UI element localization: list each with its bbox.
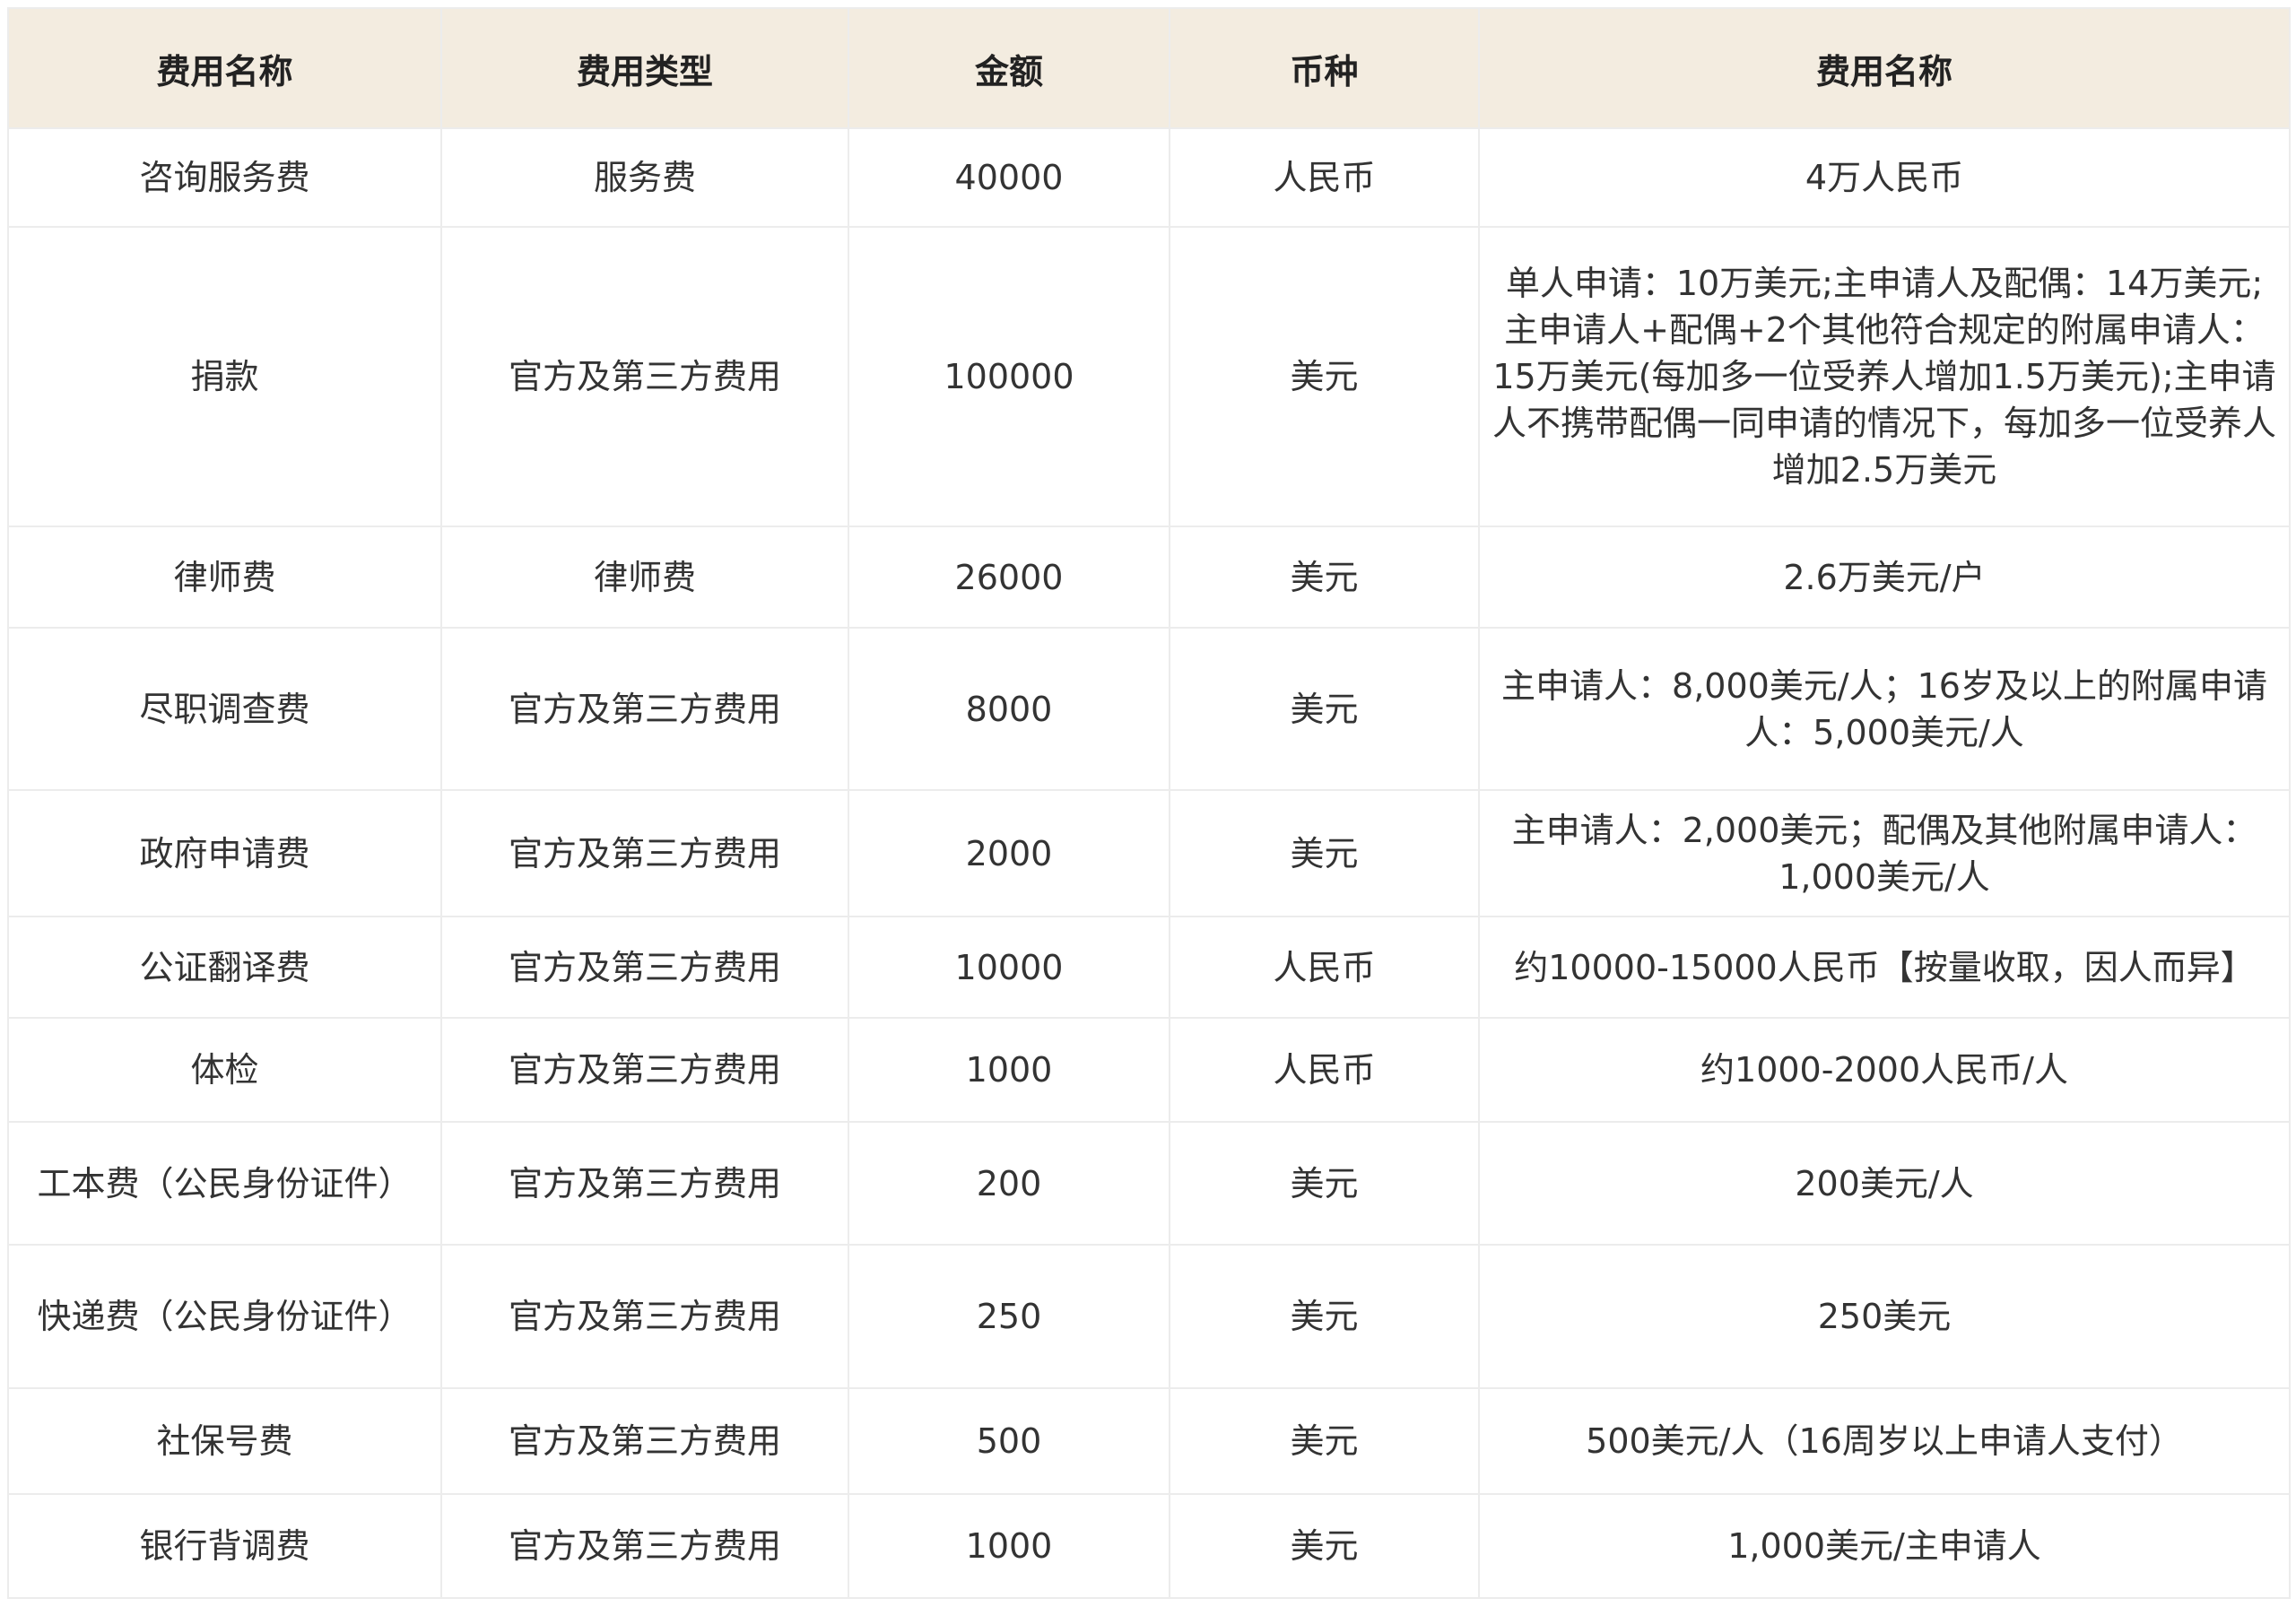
table-header-row: 费用名称 费用类型 金额 币种 费用名称 [7, 7, 2291, 129]
cell-fee-name: 快递费（公民身份证件） [7, 1244, 442, 1389]
fee-table-container: 费用名称 费用类型 金额 币种 费用名称 咨询服务费 服务费 40000 人民币… [7, 7, 2291, 1599]
cell-currency: 美元 [1169, 1244, 1480, 1389]
cell-description: 单人申请：10万美元;主申请人及配偶：14万美元;主申请人+配偶+2个其他符合规… [1478, 226, 2291, 527]
cell-currency: 人民币 [1169, 127, 1480, 228]
cell-currency: 美元 [1169, 1493, 1480, 1599]
cell-fee-name: 社保号费 [7, 1387, 442, 1495]
cell-fee-type: 官方及第三方费用 [440, 627, 849, 791]
cell-fee-type: 服务费 [440, 127, 849, 228]
cell-fee-type: 律师费 [440, 526, 849, 629]
cell-currency: 美元 [1169, 627, 1480, 791]
cell-amount: 2000 [848, 789, 1170, 917]
cell-fee-type: 官方及第三方费用 [440, 1121, 849, 1246]
header-fee-description: 费用名称 [1478, 7, 2291, 129]
table-row: 工本费（公民身份证件） 官方及第三方费用 200 美元 200美元/人 [7, 1121, 2291, 1246]
cell-fee-name: 工本费（公民身份证件） [7, 1121, 442, 1246]
table-row: 咨询服务费 服务费 40000 人民币 4万人民币 [7, 127, 2291, 228]
cell-description: 主申请人：8,000美元/人；16岁及以上的附属申请人：5,000美元/人 [1478, 627, 2291, 791]
cell-amount: 1000 [848, 1493, 1170, 1599]
table-row: 公证翻译费 官方及第三方费用 10000 人民币 约10000-15000人民币… [7, 916, 2291, 1019]
cell-description: 约1000-2000人民币/人 [1478, 1017, 2291, 1123]
table-row: 政府申请费 官方及第三方费用 2000 美元 主申请人：2,000美元；配偶及其… [7, 789, 2291, 917]
cell-currency: 美元 [1169, 1121, 1480, 1246]
cell-fee-name: 尽职调查费 [7, 627, 442, 791]
cell-description: 200美元/人 [1478, 1121, 2291, 1246]
cell-amount: 500 [848, 1387, 1170, 1495]
cell-description: 2.6万美元/户 [1478, 526, 2291, 629]
cell-fee-name: 政府申请费 [7, 789, 442, 917]
header-fee-type: 费用类型 [440, 7, 849, 129]
cell-currency: 美元 [1169, 789, 1480, 917]
cell-currency: 美元 [1169, 1387, 1480, 1495]
table-row: 尽职调查费 官方及第三方费用 8000 美元 主申请人：8,000美元/人；16… [7, 627, 2291, 791]
cell-currency: 美元 [1169, 226, 1480, 527]
cell-fee-type: 官方及第三方费用 [440, 1387, 849, 1495]
cell-fee-name: 体检 [7, 1017, 442, 1123]
table-row: 快递费（公民身份证件） 官方及第三方费用 250 美元 250美元 [7, 1244, 2291, 1389]
cell-currency: 美元 [1169, 526, 1480, 629]
cell-fee-name: 律师费 [7, 526, 442, 629]
cell-fee-name: 咨询服务费 [7, 127, 442, 228]
cell-amount: 1000 [848, 1017, 1170, 1123]
cell-amount: 10000 [848, 916, 1170, 1019]
cell-fee-type: 官方及第三方费用 [440, 1493, 849, 1599]
cell-fee-type: 官方及第三方费用 [440, 916, 849, 1019]
cell-description: 约10000-15000人民币【按量收取，因人而异】 [1478, 916, 2291, 1019]
cell-fee-name: 银行背调费 [7, 1493, 442, 1599]
cell-amount: 100000 [848, 226, 1170, 527]
table-row: 社保号费 官方及第三方费用 500 美元 500美元/人（16周岁以上申请人支付… [7, 1387, 2291, 1495]
table-row: 捐款 官方及第三方费用 100000 美元 单人申请：10万美元;主申请人及配偶… [7, 226, 2291, 527]
fee-table: 费用名称 费用类型 金额 币种 费用名称 咨询服务费 服务费 40000 人民币… [7, 7, 2291, 1599]
cell-description: 250美元 [1478, 1244, 2291, 1389]
cell-fee-name: 捐款 [7, 226, 442, 527]
cell-description: 500美元/人（16周岁以上申请人支付） [1478, 1387, 2291, 1495]
header-fee-name: 费用名称 [7, 7, 442, 129]
cell-description: 1,000美元/主申请人 [1478, 1493, 2291, 1599]
cell-currency: 人民币 [1169, 1017, 1480, 1123]
table-row: 体检 官方及第三方费用 1000 人民币 约1000-2000人民币/人 [7, 1017, 2291, 1123]
cell-fee-type: 官方及第三方费用 [440, 1244, 849, 1389]
header-amount: 金额 [848, 7, 1170, 129]
header-currency: 币种 [1169, 7, 1480, 129]
cell-fee-type: 官方及第三方费用 [440, 789, 849, 917]
cell-amount: 26000 [848, 526, 1170, 629]
cell-fee-name: 公证翻译费 [7, 916, 442, 1019]
cell-description: 主申请人：2,000美元；配偶及其他附属申请人：1,000美元/人 [1478, 789, 2291, 917]
table-row: 律师费 律师费 26000 美元 2.6万美元/户 [7, 526, 2291, 629]
cell-currency: 人民币 [1169, 916, 1480, 1019]
cell-amount: 200 [848, 1121, 1170, 1246]
table-row: 银行背调费 官方及第三方费用 1000 美元 1,000美元/主申请人 [7, 1493, 2291, 1599]
cell-amount: 250 [848, 1244, 1170, 1389]
cell-description: 4万人民币 [1478, 127, 2291, 228]
cell-fee-type: 官方及第三方费用 [440, 1017, 849, 1123]
cell-amount: 40000 [848, 127, 1170, 228]
cell-fee-type: 官方及第三方费用 [440, 226, 849, 527]
cell-amount: 8000 [848, 627, 1170, 791]
